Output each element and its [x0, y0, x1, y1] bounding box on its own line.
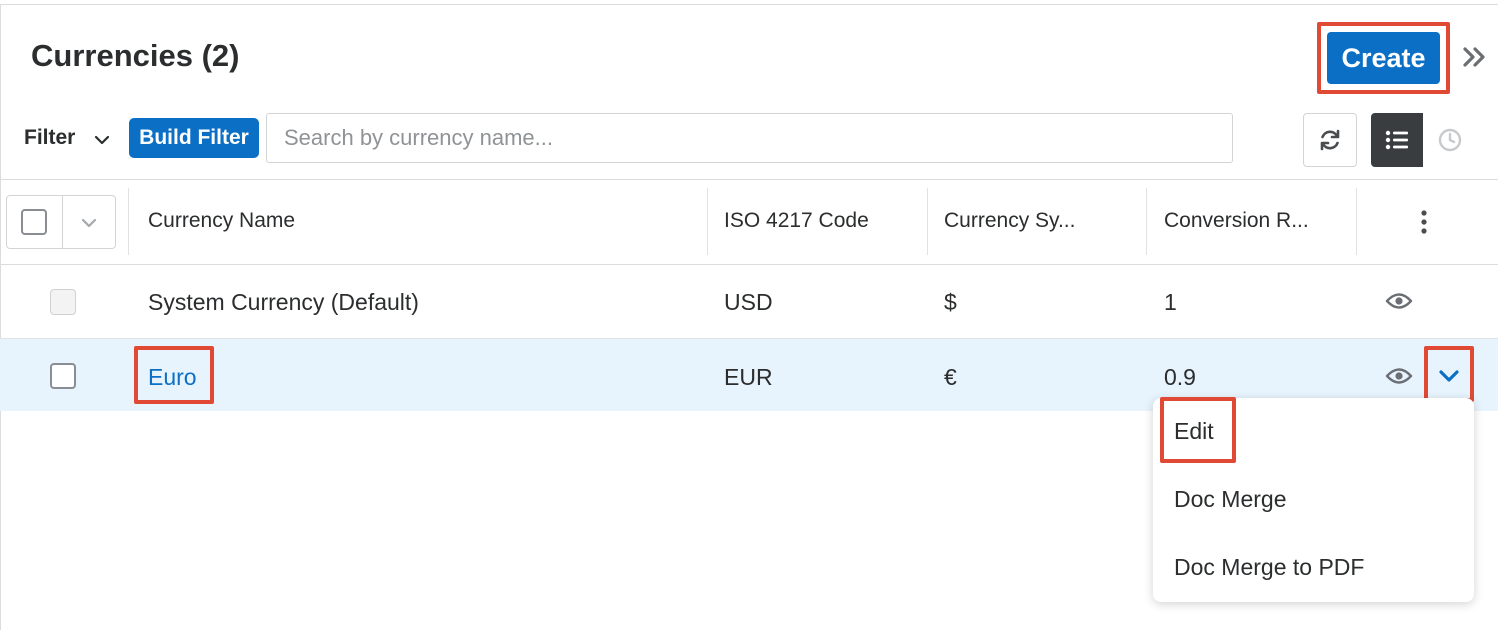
refresh-button[interactable]	[1303, 113, 1357, 167]
column-separator	[1146, 188, 1147, 255]
edit-highlight	[1160, 397, 1236, 463]
page-title: Currencies (2)	[31, 38, 240, 73]
panel-left-border	[0, 4, 1, 630]
search-input[interactable]	[266, 113, 1233, 163]
column-separator	[707, 188, 708, 255]
conversion-rate-cell: 0.9	[1164, 364, 1196, 390]
iso-code-cell: EUR	[724, 364, 773, 390]
eye-icon[interactable]	[1385, 291, 1413, 311]
panel-top-border	[0, 4, 1498, 5]
currency-symbol-cell: €	[944, 364, 957, 390]
activity-stream-button[interactable]	[1423, 113, 1477, 167]
column-settings-icon[interactable]	[1414, 206, 1434, 238]
row-checkbox	[50, 289, 76, 315]
iso-code-cell: USD	[724, 289, 773, 315]
currency-symbol-cell: $	[944, 289, 957, 315]
table-header-bottom-border	[0, 264, 1498, 265]
list-view-button[interactable]	[1371, 113, 1423, 167]
double-chevron-right-icon[interactable]	[1460, 42, 1490, 72]
column-separator	[1356, 188, 1357, 255]
menu-item-doc-merge[interactable]: Doc Merge	[1174, 486, 1286, 513]
column-header-currency-name[interactable]: Currency Name	[148, 209, 295, 233]
refresh-icon	[1320, 129, 1340, 151]
table-header-top-border	[0, 179, 1498, 180]
column-header-conversion-rate[interactable]: Conversion R...	[1164, 209, 1309, 233]
chevron-down-icon[interactable]	[1433, 360, 1465, 392]
filter-label[interactable]: Filter	[24, 126, 75, 150]
create-button[interactable]: Create	[1327, 32, 1440, 84]
currency-name-cell: System Currency (Default)	[148, 289, 419, 315]
mass-select-divider	[62, 196, 63, 248]
row-checkbox[interactable]	[50, 363, 76, 389]
build-filter-button[interactable]: Build Filter	[129, 118, 259, 158]
list-icon	[1385, 130, 1408, 150]
column-header-currency-symbol[interactable]: Currency Sy...	[944, 209, 1075, 233]
euro-highlight	[134, 346, 214, 404]
eye-icon[interactable]	[1385, 366, 1413, 386]
conversion-rate-cell: 1	[1164, 289, 1177, 315]
column-separator	[128, 188, 129, 255]
chevron-down-icon[interactable]	[92, 130, 112, 150]
clock-icon	[1438, 128, 1462, 152]
menu-item-doc-merge-pdf[interactable]: Doc Merge to PDF	[1174, 554, 1364, 581]
column-separator	[927, 188, 928, 255]
select-all-checkbox[interactable]	[21, 209, 47, 235]
column-header-iso-code[interactable]: ISO 4217 Code	[724, 209, 869, 233]
chevron-down-icon[interactable]	[78, 212, 100, 234]
